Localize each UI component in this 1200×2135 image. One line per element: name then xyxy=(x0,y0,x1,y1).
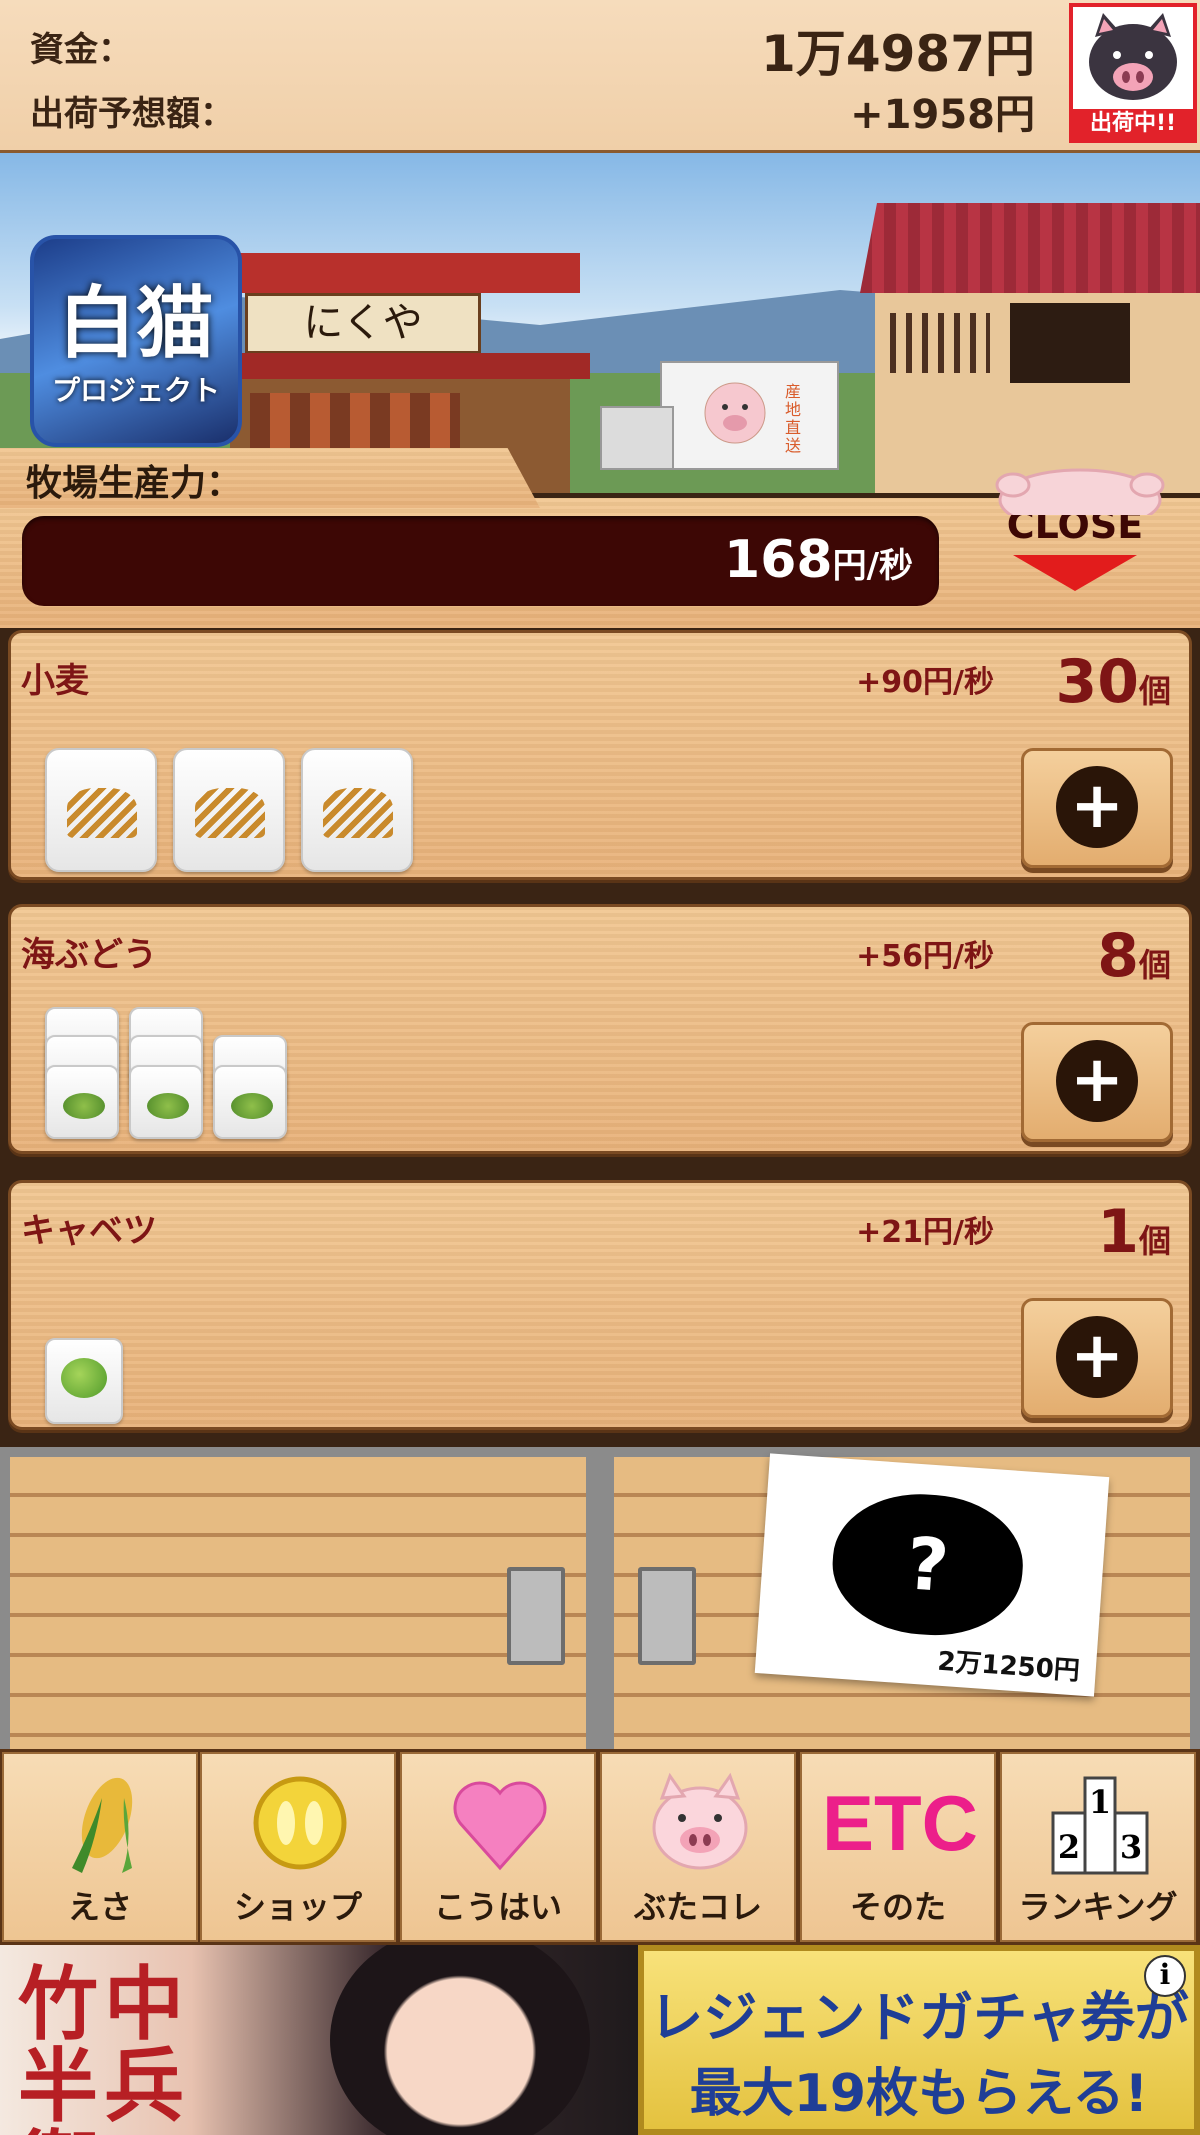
app-icon-title: 白猫 xyxy=(57,278,214,369)
mystery-item-card[interactable]: ? 2万1250円 xyxy=(754,1453,1110,1697)
item-count: 30個 xyxy=(1055,647,1171,717)
nav-label: えさ xyxy=(67,1888,132,1926)
item-row-sea-grapes: 海ぶどう +56円/秒 8個 + xyxy=(8,904,1192,1154)
shop-sign: にくや xyxy=(245,293,481,354)
ad-line1: レジェンドガチャ券が xyxy=(649,1986,1189,2049)
add-sea-grapes-button[interactable]: + xyxy=(1021,1022,1173,1142)
sea-grapes-sack-icon xyxy=(129,1065,203,1139)
ad-banner[interactable]: 竹中半兵衛 レジェンドガチャ券が 最大19枚もらえる! i xyxy=(0,1945,1200,2135)
peeking-pig-icon xyxy=(995,468,1165,515)
sea-grapes-sack-icon xyxy=(45,1065,119,1139)
nav-label: そのた xyxy=(849,1888,946,1926)
nav-etc[interactable]: ETC そのた xyxy=(800,1752,996,1942)
svg-text:1: 1 xyxy=(1089,1783,1111,1821)
ad-calligraphy: 竹中半兵衛 xyxy=(18,1957,190,2135)
add-cabbage-button[interactable]: + xyxy=(1021,1298,1173,1418)
nav-shop[interactable]: ショップ xyxy=(200,1752,396,1942)
status-header: 資金： 1万4987円 出荷予想額： +1958円 出荷中!! xyxy=(0,0,1200,153)
close-button[interactable]: CLOSE xyxy=(990,503,1160,613)
mystery-price: 2万1250円 xyxy=(936,1646,1081,1687)
locked-door-left xyxy=(10,1457,586,1749)
mystery-icon: ? xyxy=(828,1488,1028,1642)
nav-pig-collection[interactable]: ぶたコレ xyxy=(600,1752,796,1942)
shipping-status-button[interactable]: 出荷中!! xyxy=(1069,3,1197,143)
cabbage-sack-icon xyxy=(45,1338,123,1424)
production-label: 牧場生産力： xyxy=(26,463,243,504)
item-count-unit: 個 xyxy=(1138,1222,1171,1260)
wheat-sack-icon xyxy=(45,748,157,872)
item-count-unit: 個 xyxy=(1138,672,1171,710)
item-row-cabbage: キャベツ +21円/秒 1個 + xyxy=(8,1180,1192,1430)
plus-icon: + xyxy=(1056,766,1138,848)
money-label: 資金： xyxy=(30,30,132,70)
nav-feed[interactable]: えさ xyxy=(2,1752,198,1942)
item-count-number: 30 xyxy=(1055,647,1139,717)
wheat-sack-icon xyxy=(173,748,285,872)
door-handle xyxy=(638,1567,696,1665)
pig-logo-icon xyxy=(704,382,766,444)
ad-banner-art[interactable]: 竹中半兵衛 xyxy=(0,1945,638,2135)
nav-ranking[interactable]: 1 2 3 ランキング xyxy=(1000,1752,1196,1942)
corn-icon xyxy=(72,1777,133,1873)
item-count-number: 8 xyxy=(1097,921,1139,991)
black-pig-icon xyxy=(1089,13,1177,100)
item-name: 海ぶどう xyxy=(21,935,157,975)
pig-icon xyxy=(652,1772,748,1870)
plus-icon: + xyxy=(1056,1316,1138,1398)
money-value: 1万4987円 xyxy=(761,25,1035,83)
nav-label: こうはい xyxy=(433,1888,562,1926)
ad-banner-promo[interactable]: レジェンドガチャ券が 最大19枚もらえる! i xyxy=(638,1945,1200,2135)
add-wheat-button[interactable]: + xyxy=(1021,748,1173,868)
heart-icon xyxy=(453,1781,547,1871)
production-tab: 牧場生産力： xyxy=(0,448,540,508)
info-icon[interactable]: i xyxy=(1144,1955,1186,1997)
wheat-sack-icon xyxy=(301,748,413,872)
item-count: 8個 xyxy=(1097,921,1171,991)
item-rate: +56円/秒 xyxy=(856,939,994,974)
nav-breed[interactable]: こうはい xyxy=(400,1752,596,1942)
item-count: 1個 xyxy=(1097,1197,1171,1267)
nav-label: ランキング xyxy=(1018,1888,1178,1926)
ad-line2: 最大19枚もらえる! xyxy=(689,2064,1149,2124)
production-unit: 円/秒 xyxy=(832,546,913,586)
podium-icon: 1 2 3 xyxy=(1051,1776,1149,1875)
item-row-wheat: 小麦 +90円/秒 30個 + xyxy=(8,630,1192,880)
app-icon-subtitle: プロジェクト xyxy=(51,374,220,407)
shipping-badge: 出荷中!! xyxy=(1073,109,1193,139)
production-bar: 168円/秒 xyxy=(22,516,939,606)
production-value: 168円/秒 xyxy=(724,530,913,590)
coin-icon xyxy=(253,1776,347,1870)
nav-label: ショップ xyxy=(233,1888,362,1926)
svg-text:3: 3 xyxy=(1120,1828,1142,1866)
forecast-label: 出荷予想額： xyxy=(30,94,234,134)
etc-icon: ETC xyxy=(822,1779,978,1867)
bottom-nav: えさ ショップ こうはい ぶたコレ ETC そのた 1 2 3 ランキング xyxy=(0,1749,1200,1945)
shiro-neko-app-icon[interactable]: 白猫 プロジェクト xyxy=(30,235,242,447)
ad-character-art xyxy=(330,1945,590,2135)
nav-label: ぶたコレ xyxy=(633,1888,762,1926)
item-count-number: 1 xyxy=(1097,1197,1139,1267)
sea-grapes-sack-icon xyxy=(213,1065,287,1139)
item-rate: +90円/秒 xyxy=(856,665,994,700)
forecast-value: +1958円 xyxy=(850,92,1035,138)
down-arrow-icon xyxy=(1013,555,1137,591)
plus-icon: + xyxy=(1056,1040,1138,1122)
svg-text:2: 2 xyxy=(1058,1828,1080,1866)
production-number: 168 xyxy=(724,530,833,590)
door-handle xyxy=(507,1567,565,1665)
item-name: 小麦 xyxy=(21,661,89,701)
item-count-unit: 個 xyxy=(1138,946,1171,984)
truck-text: 産地直送 xyxy=(785,382,802,455)
item-rate: +21円/秒 xyxy=(856,1215,994,1250)
item-name: キャベツ xyxy=(21,1211,157,1251)
